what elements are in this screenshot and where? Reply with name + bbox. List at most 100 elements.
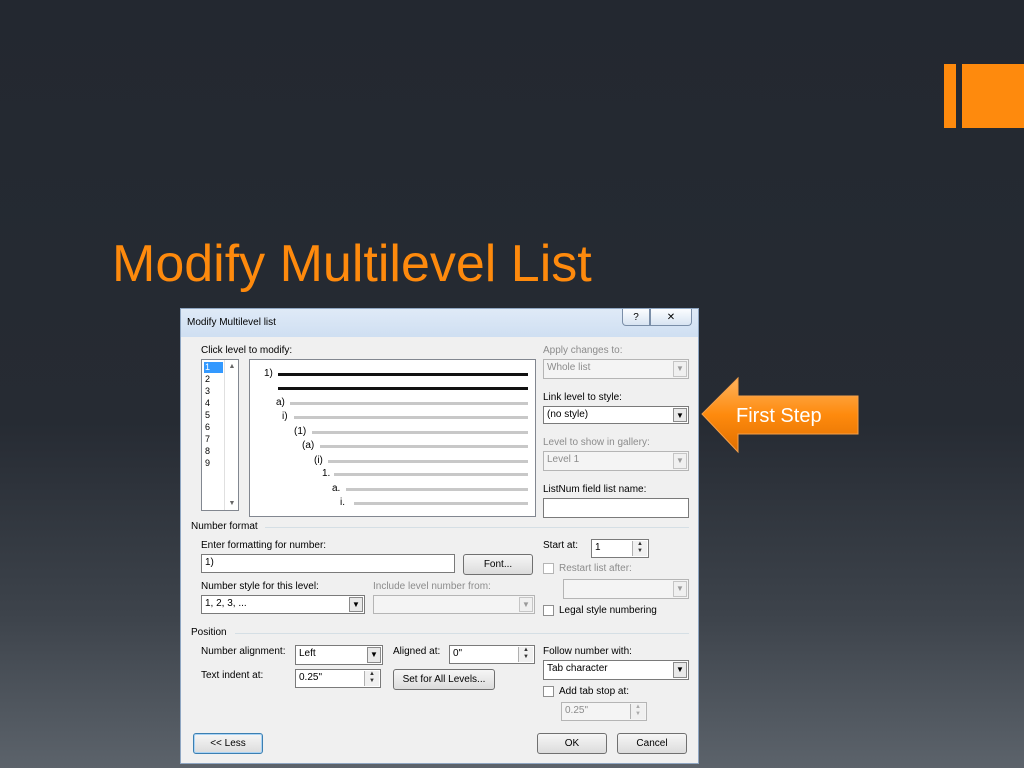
cancel-button[interactable]: Cancel <box>617 733 687 754</box>
preview-line <box>328 460 528 463</box>
include-level-label: Include level number from: <box>373 581 491 592</box>
spinner-arrows-icon[interactable]: ▲ ▼ <box>630 704 645 719</box>
font-button[interactable]: Font... <box>463 554 533 575</box>
preview-line <box>312 431 528 434</box>
text-indent-label: Text indent at: <box>201 670 264 681</box>
preview-line <box>320 445 528 448</box>
number-alignment-label: Number alignment: <box>201 646 286 657</box>
preview-level-label: a) <box>276 397 285 408</box>
start-at-spinner[interactable]: 1 ▲ ▼ <box>591 539 649 558</box>
follow-number-value: Tab character <box>547 663 608 674</box>
gallery-level-dropdown[interactable]: Level 1 ▼ <box>543 451 689 471</box>
restart-list-dropdown[interactable]: ▼ <box>563 579 689 599</box>
aligned-at-value: 0" <box>453 648 463 659</box>
section-divider <box>235 633 689 634</box>
link-level-dropdown[interactable]: (no style) ▼ <box>543 406 689 424</box>
restart-list-label: Restart list after: <box>559 563 632 574</box>
chevron-down-icon: ▼ <box>673 361 687 377</box>
chevron-down-icon: ▼ <box>673 408 687 422</box>
level-item[interactable]: 9 <box>204 458 223 469</box>
preview-line <box>354 502 528 505</box>
follow-number-label: Follow number with: <box>543 646 632 657</box>
apply-changes-value: Whole list <box>547 362 591 373</box>
preview-level-label: a. <box>332 483 341 494</box>
gallery-level-label: Level to show in gallery: <box>543 437 650 448</box>
number-format-section-label: Number format <box>191 521 258 532</box>
preview-level-label: 1. <box>322 468 331 479</box>
restart-list-checkbox[interactable] <box>543 563 554 574</box>
level-item[interactable]: 3 <box>204 386 223 397</box>
aligned-at-label: Aligned at: <box>393 646 441 657</box>
chevron-down-icon: ▼ <box>673 581 687 597</box>
level-item[interactable]: 2 <box>204 374 223 385</box>
list-preview: 1) a) i) (1) (a) (i) 1. a. i. <box>249 359 536 517</box>
accent-bar-thin <box>944 64 956 128</box>
click-level-label: Click level to modify: <box>201 345 293 356</box>
modify-multilevel-list-dialog: Modify Multilevel list ? ✕ Click level t… <box>180 308 699 764</box>
start-at-label: Start at: <box>543 540 579 551</box>
follow-number-dropdown[interactable]: Tab character ▼ <box>543 660 689 680</box>
level-item[interactable]: 6 <box>204 422 223 433</box>
add-tab-stop-checkbox[interactable] <box>543 686 554 697</box>
preview-level-label: 1) <box>264 368 273 379</box>
number-style-label: Number style for this level: <box>201 581 319 592</box>
preview-line <box>290 402 528 405</box>
dialog-titlebar: Modify Multilevel list ? ✕ <box>181 309 698 337</box>
level-list[interactable]: 1 2 3 4 5 6 7 8 9 ▲ ▼ <box>201 359 239 511</box>
listnum-label: ListNum field list name: <box>543 484 647 495</box>
chevron-down-icon: ▼ <box>519 597 533 612</box>
text-indent-spinner[interactable]: 0.25" ▲ ▼ <box>295 669 381 688</box>
preview-line <box>294 416 528 419</box>
ok-button[interactable]: OK <box>537 733 607 754</box>
spinner-arrows-icon[interactable]: ▲ ▼ <box>518 647 533 662</box>
include-level-dropdown[interactable]: ▼ <box>373 595 535 614</box>
position-section-label: Position <box>191 627 227 638</box>
link-level-value: (no style) <box>547 409 589 420</box>
accent-bar-wide <box>962 64 1024 128</box>
preview-level-label: i. <box>340 497 345 508</box>
level-list-scrollbar[interactable]: ▲ ▼ <box>224 360 239 510</box>
dialog-body: Click level to modify: 1 2 3 4 5 6 7 8 9… <box>185 337 694 761</box>
start-at-value: 1 <box>595 542 601 553</box>
chevron-down-icon: ▼ <box>349 597 363 612</box>
listnum-input[interactable] <box>543 498 689 518</box>
spinner-arrows-icon[interactable]: ▲ ▼ <box>632 541 647 556</box>
number-style-value: 1, 2, 3, ... <box>205 598 247 609</box>
number-alignment-dropdown[interactable]: Left ▼ <box>295 645 383 665</box>
scroll-down-icon[interactable]: ▼ <box>225 500 239 507</box>
preview-level-label: (1) <box>294 426 307 437</box>
scroll-up-icon[interactable]: ▲ <box>225 363 239 370</box>
legal-style-label: Legal style numbering <box>559 605 657 616</box>
preview-line <box>346 488 528 491</box>
level-item[interactable]: 1 <box>204 362 223 373</box>
section-divider <box>265 527 689 528</box>
dialog-title: Modify Multilevel list <box>187 317 276 328</box>
number-alignment-value: Left <box>299 648 316 659</box>
add-tab-stop-label: Add tab stop at: <box>559 686 630 697</box>
tab-stop-spinner[interactable]: 0.25" ▲ ▼ <box>561 702 647 721</box>
level-item[interactable]: 8 <box>204 446 223 457</box>
legal-style-checkbox[interactable] <box>543 605 554 616</box>
link-level-label: Link level to style: <box>543 392 622 403</box>
aligned-at-spinner[interactable]: 0" ▲ ▼ <box>449 645 535 664</box>
spinner-arrows-icon[interactable]: ▲ ▼ <box>364 671 379 686</box>
close-button[interactable]: ✕ <box>650 309 692 326</box>
apply-changes-label: Apply changes to: <box>543 345 623 356</box>
number-format-input[interactable]: 1) <box>201 554 455 573</box>
level-item[interactable]: 4 <box>204 398 223 409</box>
tab-stop-value: 0.25" <box>565 705 589 716</box>
enter-formatting-label: Enter formatting for number: <box>201 540 327 551</box>
chevron-down-icon: ▼ <box>673 662 687 678</box>
slide-title: Modify Multilevel List <box>112 235 592 293</box>
number-style-dropdown[interactable]: 1, 2, 3, ... ▼ <box>201 595 365 614</box>
preview-line <box>278 387 528 390</box>
set-for-all-levels-button[interactable]: Set for All Levels... <box>393 669 495 690</box>
text-indent-value: 0.25" <box>299 672 323 683</box>
less-button[interactable]: << Less <box>193 733 263 754</box>
gallery-level-value: Level 1 <box>547 454 580 465</box>
help-button[interactable]: ? <box>622 309 650 326</box>
chevron-down-icon: ▼ <box>367 647 381 663</box>
level-item[interactable]: 5 <box>204 410 223 421</box>
apply-changes-dropdown[interactable]: Whole list ▼ <box>543 359 689 379</box>
level-item[interactable]: 7 <box>204 434 223 445</box>
